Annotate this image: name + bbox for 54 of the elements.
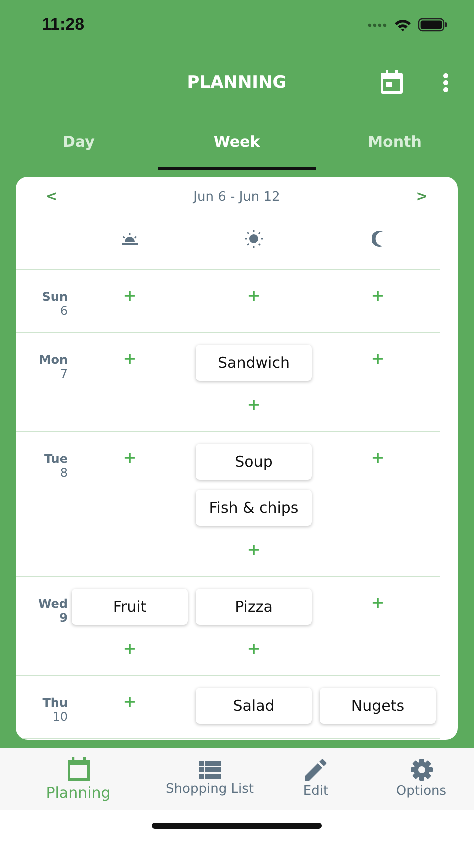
- moon-icon: [372, 231, 384, 247]
- battery-icon: [418, 18, 448, 32]
- nav-item[interactable]: Planning: [0, 756, 157, 802]
- nav-item[interactable]: Shopping List: [157, 761, 263, 797]
- previous-week-button[interactable]: <: [46, 189, 58, 205]
- status-time: 11:28: [42, 15, 85, 35]
- add-meal-button[interactable]: +: [118, 444, 142, 470]
- meal-chip[interactable]: Nugets: [320, 688, 436, 724]
- date-label: 9: [60, 611, 68, 625]
- screen-title: PLANNING: [187, 73, 287, 93]
- wifi-icon: [394, 18, 412, 32]
- meal-chip[interactable]: Pizza: [196, 589, 312, 625]
- add-meal-button[interactable]: +: [242, 635, 266, 661]
- week-range: Jun 6 - Jun 12: [194, 190, 280, 204]
- meal-chip[interactable]: Soup: [196, 444, 312, 480]
- weekday-label: Mon: [39, 353, 68, 367]
- add-meal-button[interactable]: +: [118, 345, 142, 371]
- meal-chip[interactable]: Fish & chips: [196, 490, 312, 526]
- weekday-label: Tue: [44, 452, 68, 466]
- nav-item[interactable]: Options: [369, 759, 474, 799]
- signal-icon: [368, 22, 388, 28]
- calendar-icon: [66, 756, 90, 780]
- settings-icon: [410, 759, 432, 781]
- tab[interactable]: Month: [316, 116, 474, 170]
- add-meal-button[interactable]: +: [366, 345, 390, 371]
- sunrise-icon: [122, 233, 138, 245]
- sun-icon: [245, 230, 263, 248]
- add-meal-button[interactable]: +: [242, 391, 266, 417]
- date-label: 10: [52, 710, 68, 724]
- list-icon: [199, 761, 221, 779]
- meal-chip[interactable]: Salad: [196, 688, 312, 724]
- meal-chip[interactable]: Fruit: [72, 589, 188, 625]
- add-meal-button[interactable]: +: [366, 589, 390, 615]
- more-icon[interactable]: [443, 73, 449, 93]
- date-label: 8: [60, 466, 68, 480]
- date-label: 7: [60, 367, 68, 381]
- add-meal-button[interactable]: +: [242, 282, 266, 308]
- add-meal-button[interactable]: +: [118, 688, 142, 714]
- date-label: 6: [60, 304, 68, 318]
- add-meal-button[interactable]: +: [366, 282, 390, 308]
- add-meal-button[interactable]: +: [118, 282, 142, 308]
- nav-item[interactable]: Edit: [263, 759, 369, 799]
- meal-chip[interactable]: Sandwich: [196, 345, 312, 381]
- weekday-label: Thu: [42, 696, 68, 710]
- add-meal-button[interactable]: +: [118, 635, 142, 661]
- next-week-button[interactable]: >: [416, 189, 428, 205]
- tab[interactable]: Day: [0, 116, 158, 170]
- add-meal-button[interactable]: +: [242, 536, 266, 562]
- calendar-icon[interactable]: [381, 70, 403, 94]
- weekday-label: Sun: [42, 290, 68, 304]
- pencil-icon: [305, 759, 327, 781]
- tab[interactable]: Week: [158, 116, 316, 170]
- add-meal-button[interactable]: +: [366, 444, 390, 470]
- weekday-label: Wed: [38, 597, 68, 611]
